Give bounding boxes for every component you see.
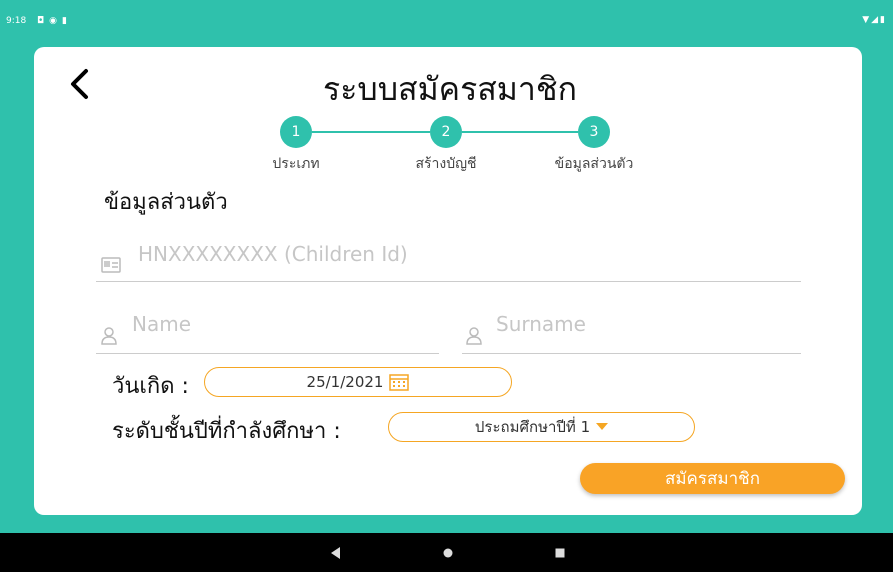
- stepper-connector-2: [462, 131, 578, 133]
- nav-back-icon: [331, 546, 340, 559]
- step-1-number: 1: [291, 124, 301, 140]
- step-1-label: ประเภท: [272, 156, 320, 172]
- nav-recents-button[interactable]: [548, 533, 572, 572]
- step-3-label: ข้อมูลส่วนตัว: [554, 156, 634, 172]
- name-input[interactable]: [130, 309, 434, 339]
- grade-value: ประถมศึกษาปีที่ 1: [474, 418, 591, 436]
- sd-card-icon: ▮: [61, 16, 67, 26]
- birthdate-picker[interactable]: 25/1/2021: [204, 367, 512, 397]
- step-2-number: 2: [441, 124, 451, 140]
- page-title: ระบบสมัครสมาชิก: [323, 70, 577, 108]
- nav-back-button[interactable]: [323, 533, 349, 572]
- id-card-icon: [101, 257, 121, 273]
- step-3-circle: 3: [578, 116, 610, 148]
- grade-label: ระดับชั้นปีที่กำลังศึกษา :: [112, 419, 341, 444]
- navigation-bar: [0, 533, 893, 572]
- step-2-label: สร้างบัญชี: [415, 156, 477, 172]
- signal-icon: ◢: [871, 15, 879, 25]
- children-id-input[interactable]: [136, 238, 780, 270]
- battery-icon: ▮: [880, 15, 885, 25]
- person-icon: [466, 327, 482, 345]
- surname-input[interactable]: [494, 309, 798, 339]
- wifi-icon: ▼: [862, 15, 870, 25]
- back-arrow-icon: [71, 69, 88, 99]
- nav-home-icon: [443, 548, 453, 557]
- dropdown-arrow-icon: [596, 423, 609, 430]
- back-button[interactable]: [64, 66, 94, 102]
- step-3-number: 3: [589, 124, 599, 140]
- status-time: 9:18: [6, 16, 27, 26]
- calendar-icon: [389, 374, 410, 391]
- notification-icon: ◘: [37, 16, 45, 26]
- register-button[interactable]: สมัครสมาชิก: [580, 463, 845, 494]
- status-bar: 9:18 ◘ ◉ ▮ ▼ ◢ ▮: [0, 0, 893, 28]
- section-title: ข้อมูลส่วนตัว: [104, 190, 228, 215]
- person-icon: [101, 327, 117, 345]
- birthdate-label: วันเกิด :: [112, 374, 189, 399]
- system-icons: ▼ ◢ ▮: [862, 15, 885, 25]
- step-1-circle: 1: [280, 116, 312, 148]
- grade-select[interactable]: ประถมศึกษาปีที่ 1: [388, 412, 695, 442]
- nav-home-button[interactable]: [436, 533, 460, 572]
- stepper-connector-1: [312, 131, 430, 133]
- birthdate-value: 25/1/2021: [306, 373, 384, 391]
- nav-recents-icon: [555, 548, 565, 557]
- notification-icons: ◘ ◉ ▮: [37, 16, 67, 26]
- app-icon: ◉: [49, 16, 57, 26]
- step-2-circle: 2: [430, 116, 462, 148]
